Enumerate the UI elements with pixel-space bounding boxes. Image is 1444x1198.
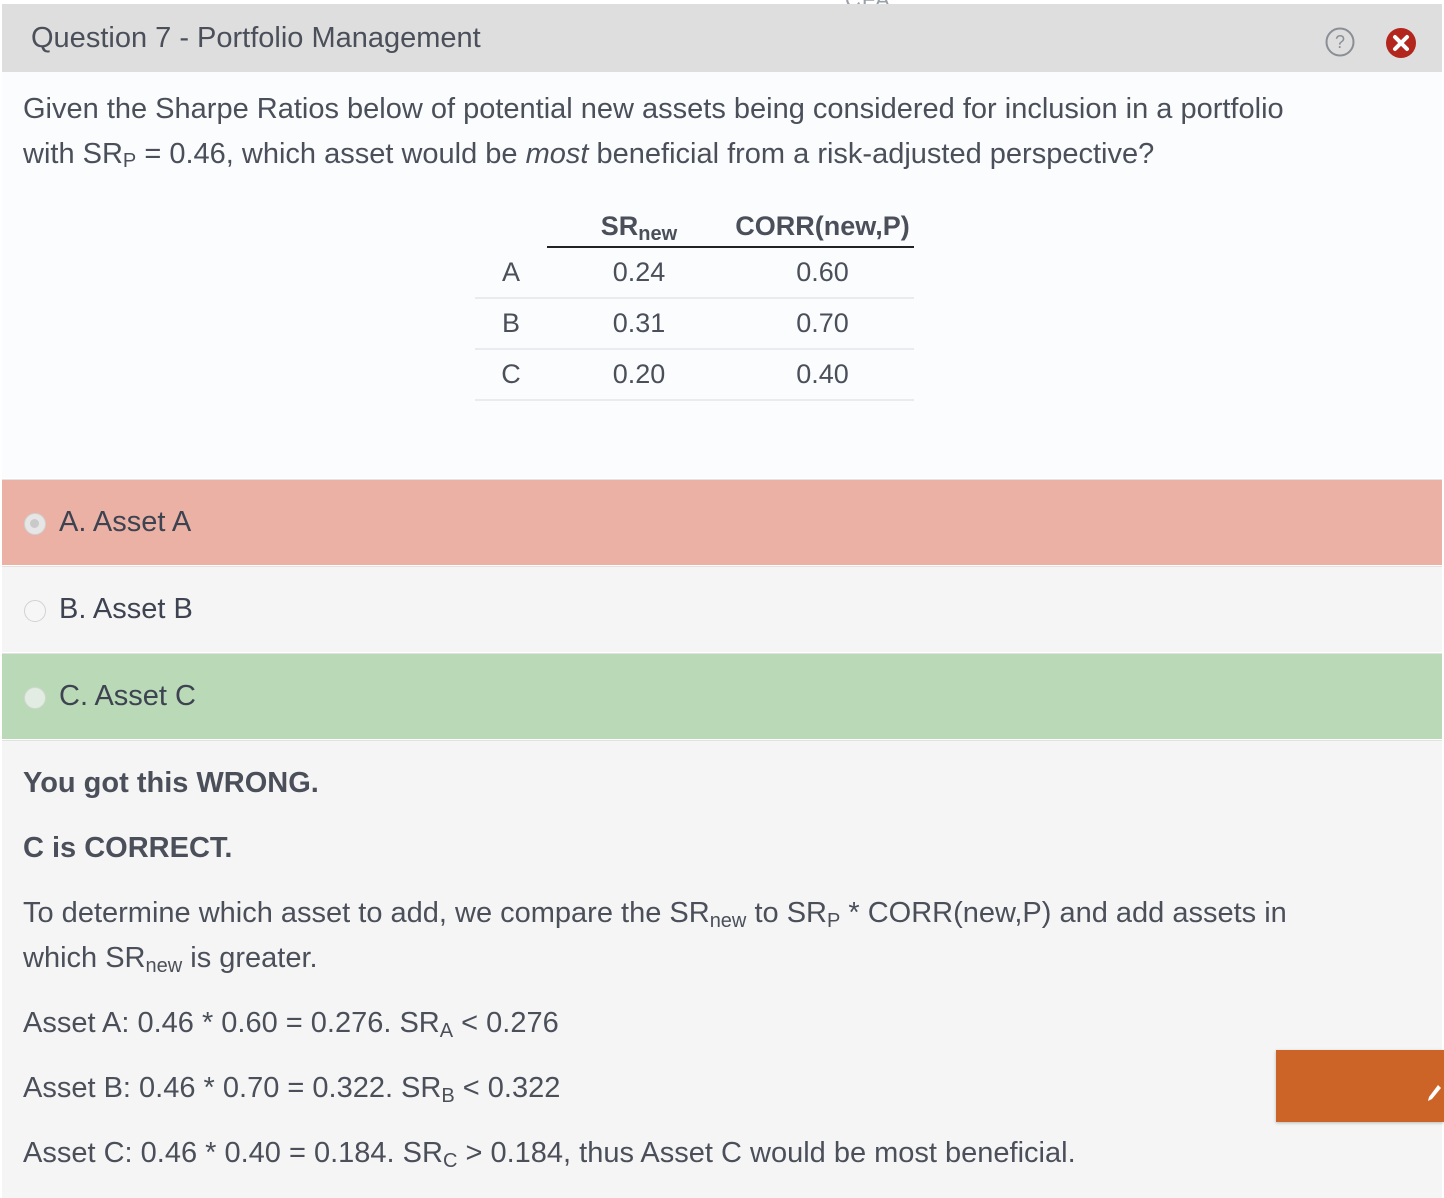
table-row: A 0.24 0.60: [475, 247, 914, 299]
explanation-line-1: To determine which asset to add, we comp…: [23, 897, 1287, 932]
question-line-1: Given the Sharpe Ratios below of potenti…: [23, 93, 1284, 125]
option-label-b: B. Asset B: [59, 593, 193, 625]
sr-cell: 0.31: [547, 298, 731, 350]
option-label-a: A. Asset A: [59, 506, 192, 538]
pencil-icon: [1428, 1085, 1441, 1101]
asset-cell: B: [475, 298, 547, 350]
corr-cell: 0.70: [731, 298, 914, 350]
question-line-2: with SRP = 0.46, which asset would be mo…: [23, 138, 1155, 172]
sr-cell: 0.24: [547, 247, 731, 299]
calc-line-b: Asset B: 0.46 * 0.70 = 0.322. SRB < 0.32…: [23, 1072, 561, 1107]
radio-button-b[interactable]: [24, 600, 46, 622]
corr-column-header: CORR(new,P): [731, 200, 914, 248]
table-row: B 0.31 0.70: [475, 298, 914, 350]
calc-line-a: Asset A: 0.46 * 0.60 = 0.276. SRA < 0.27…: [23, 1007, 559, 1042]
question-text: Given the Sharpe Ratios below of potenti…: [23, 87, 1428, 177]
result-text: You got this WRONG.: [23, 767, 319, 799]
answer-option-a[interactable]: A. Asset A: [2, 479, 1442, 565]
sharpe-ratio-table: SRnew CORR(new,P) A 0.24 0.60 B 0.31 0.7…: [475, 200, 914, 401]
asset-cell: A: [475, 247, 547, 299]
svg-text:?: ?: [1335, 32, 1345, 52]
table-row: C 0.20 0.40: [475, 349, 914, 401]
explanation-line-2: which SRnew is greater.: [23, 942, 318, 977]
answer-option-b[interactable]: B. Asset B: [2, 566, 1442, 652]
radio-button-a[interactable]: [24, 513, 46, 535]
option-label-c: C. Asset C: [59, 680, 196, 712]
radio-selected-dot: [30, 519, 39, 528]
notes-button[interactable]: [1276, 1050, 1444, 1122]
radio-button-c[interactable]: [24, 687, 46, 709]
answer-option-c[interactable]: C. Asset C: [2, 653, 1442, 739]
question-header: Question 7 - Portfolio Management ?: [2, 4, 1442, 72]
sr-cell: 0.20: [547, 349, 731, 401]
question-panel: Given the Sharpe Ratios below of potenti…: [2, 72, 1442, 478]
correct-answer-text: C is CORRECT.: [23, 832, 233, 864]
corr-cell: 0.60: [731, 247, 914, 299]
corr-cell: 0.40: [731, 349, 914, 401]
close-icon[interactable]: [1385, 27, 1417, 59]
table-header-row: SRnew CORR(new,P): [475, 200, 914, 248]
asset-column-header: [475, 200, 547, 247]
asset-cell: C: [475, 349, 547, 401]
sr-new-column-header: SRnew: [547, 200, 731, 248]
explanation-panel: You got this WRONG. C is CORRECT. To det…: [2, 740, 1442, 1198]
calc-line-c: Asset C: 0.46 * 0.40 = 0.184. SRC > 0.18…: [23, 1137, 1076, 1172]
question-title: Question 7 - Portfolio Management: [31, 22, 481, 54]
help-icon[interactable]: ?: [1325, 27, 1355, 57]
